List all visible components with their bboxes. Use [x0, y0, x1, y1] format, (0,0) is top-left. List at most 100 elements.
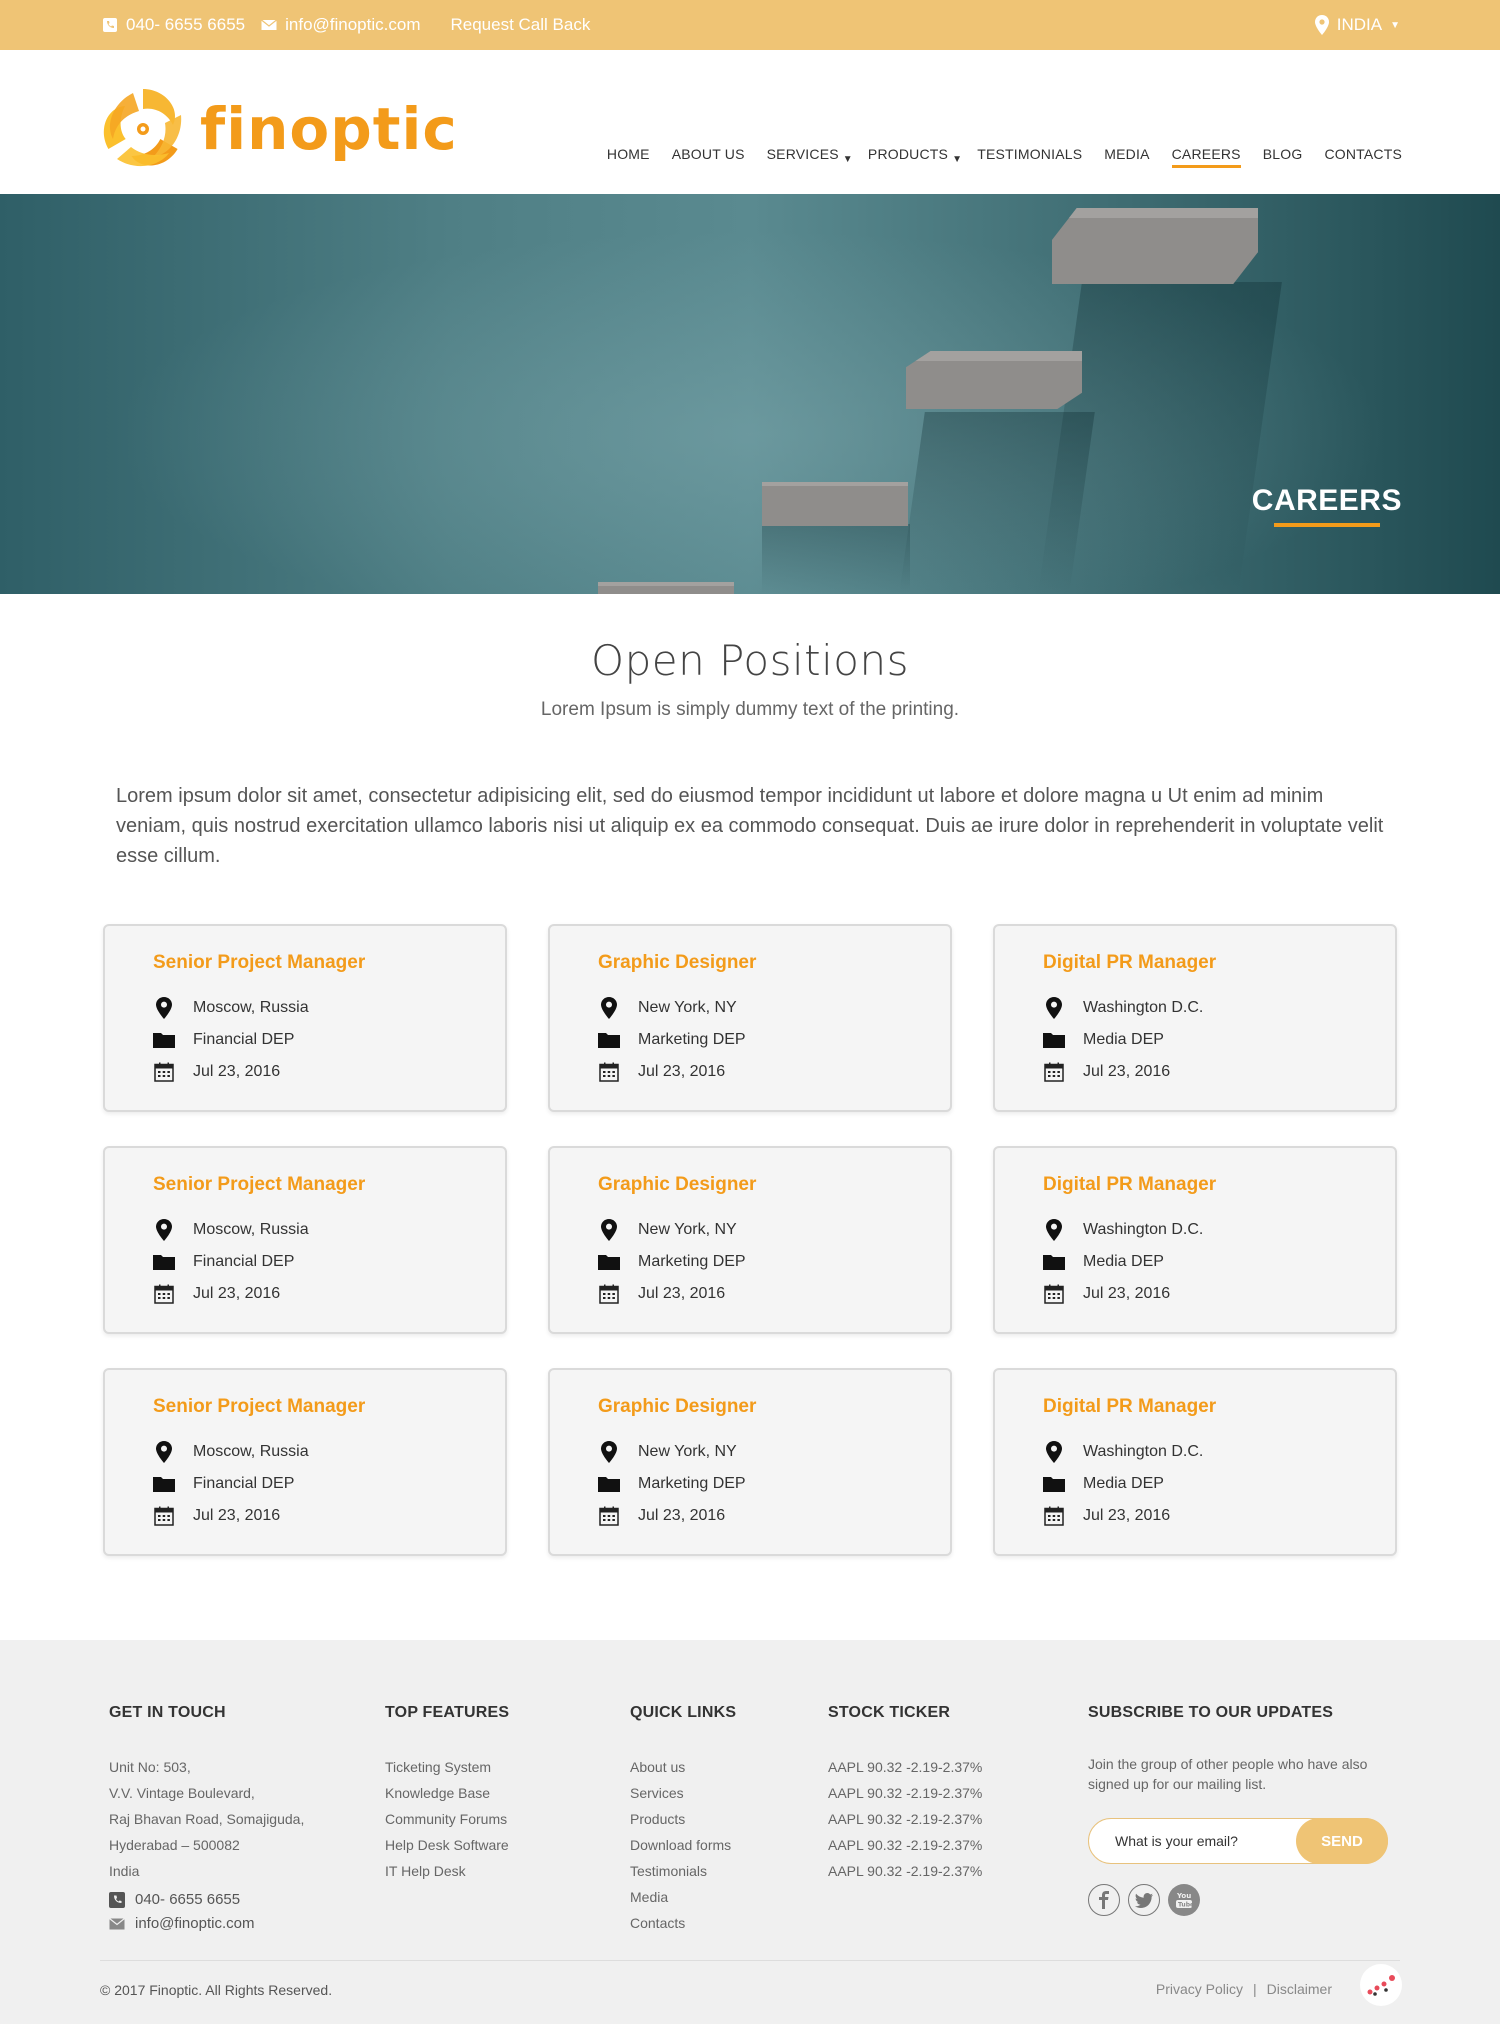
nav-careers[interactable]: CAREERS [1161, 139, 1252, 169]
social-links: You Tube [1088, 1884, 1388, 1916]
nav-contacts-label: CONTACTS [1324, 146, 1402, 162]
job-department: Media DEP [1083, 1475, 1164, 1492]
feature-link[interactable]: IT Help Desk [385, 1858, 509, 1884]
job-location-row: Washington D.C. [1043, 1436, 1395, 1468]
calendar-icon [153, 1505, 175, 1527]
main-nav: HOME ABOUT US SERVICES ▼ PRODUCTS ▼ TESTIM… [596, 139, 1402, 169]
nav-blog[interactable]: BLOG [1252, 139, 1314, 169]
job-location-row: Washington D.C. [1043, 1214, 1395, 1246]
twitter-icon[interactable] [1128, 1884, 1160, 1916]
nav-media[interactable]: MEDIA [1093, 139, 1160, 169]
footer-phone[interactable]: 040- 6655 6655 [109, 1888, 304, 1912]
section-subtitle: Lorem Ipsum is simply dummy text of the … [540, 699, 960, 720]
quick-link[interactable]: Media [630, 1884, 736, 1910]
folder-icon [153, 1029, 175, 1051]
feature-link[interactable]: Ticketing System [385, 1754, 509, 1780]
footer-ticker: STOCK TICKER AAPL 90.32 -2.19-2.37% AAPL… [828, 1704, 982, 1884]
job-title: Digital PR Manager [1043, 952, 1217, 973]
job-card[interactable]: Digital PR Manager Washington D.C. Media… [993, 924, 1397, 1112]
job-date: Jul 23, 2016 [1083, 1507, 1171, 1524]
quick-link[interactable]: Services [630, 1780, 736, 1806]
facebook-icon[interactable] [1088, 1884, 1120, 1916]
job-card[interactable]: Graphic Designer New York, NY Marketing … [548, 924, 952, 1112]
job-card[interactable]: Senior Project Manager Moscow, Russia Fi… [103, 924, 507, 1112]
folder-icon [1043, 1473, 1065, 1495]
ticker-item: AAPL 90.32 -2.19-2.37% [828, 1785, 983, 1801]
job-date: Jul 23, 2016 [193, 1285, 281, 1302]
footer-divider [100, 1960, 1400, 1961]
top-bar: 040- 6655 6655 info@finoptic.com Request… [0, 0, 1500, 50]
logo[interactable]: finoptic [100, 86, 458, 172]
nav-contacts[interactable]: CONTACTS [1313, 139, 1402, 169]
ticker-item: AAPL 90.32 -2.19-2.37% [828, 1811, 983, 1827]
job-dept-row: Marketing DEP [598, 1468, 950, 1500]
footer-quicklinks: QUICK LINKS About us Services Products D… [630, 1704, 736, 1936]
nav-products-label: PRODUCTS [867, 146, 949, 162]
calendar-icon [598, 1505, 620, 1527]
nav-testimonials[interactable]: TESTIMONIALS [973, 139, 1093, 169]
chevron-down-icon: ▼ [842, 154, 853, 165]
privacy-policy-link[interactable]: Privacy Policy [1156, 1981, 1243, 1997]
calendar-icon [1043, 1061, 1065, 1083]
job-title: Senior Project Manager [153, 952, 366, 973]
top-email[interactable]: info@finoptic.com [261, 15, 420, 35]
quick-link[interactable]: Contacts [630, 1910, 736, 1936]
calendar-icon [598, 1061, 620, 1083]
location-pin-icon [1043, 997, 1065, 1019]
top-phone[interactable]: 040- 6655 6655 [102, 15, 245, 35]
chevron-down-icon: ▼ [952, 154, 963, 165]
footer-email[interactable]: info@finoptic.com [109, 1912, 304, 1936]
scroll-top-logo-icon[interactable] [1360, 1964, 1402, 2006]
job-date: Jul 23, 2016 [193, 1507, 281, 1524]
job-date: Jul 23, 2016 [1083, 1285, 1171, 1302]
job-card[interactable]: Senior Project Manager Moscow, Russia Fi… [103, 1368, 507, 1556]
site-footer: GET IN TOUCH Unit No: 503, V.V. Vintage … [0, 1640, 1500, 2024]
legal-links: Privacy Policy | Disclaimer [1156, 1981, 1332, 1997]
nav-home[interactable]: HOME [596, 139, 661, 169]
job-card[interactable]: Graphic Designer New York, NY Marketing … [548, 1368, 952, 1556]
request-callback-link[interactable]: Request Call Back [450, 15, 590, 35]
footer-heading: QUICK LINKS [630, 1704, 737, 1721]
disclaimer-link[interactable]: Disclaimer [1267, 1981, 1332, 1997]
footer-heading: TOP FEATURES [385, 1704, 510, 1721]
send-button[interactable]: SEND [1296, 1818, 1388, 1864]
nav-products[interactable]: PRODUCTS ▼ [864, 139, 973, 169]
feature-link[interactable]: Community Forums [385, 1806, 509, 1832]
youtube-icon[interactable]: You Tube [1168, 1884, 1200, 1916]
job-location: Moscow, Russia [193, 1443, 309, 1460]
nav-about-us[interactable]: ABOUT US [661, 139, 756, 169]
footer-phone-text: 040- 6655 6655 [135, 1891, 241, 1908]
quick-link[interactable]: Products [630, 1806, 736, 1832]
subscribe-email-input[interactable] [1089, 1819, 1299, 1863]
job-card[interactable]: Digital PR Manager Washington D.C. Media… [993, 1146, 1397, 1334]
job-title: Graphic Designer [598, 952, 757, 973]
job-location-row: New York, NY [598, 992, 950, 1024]
folder-icon [598, 1029, 620, 1051]
hero-step [598, 582, 734, 594]
quick-link[interactable]: Testimonials [630, 1858, 736, 1884]
mail-icon [261, 19, 277, 30]
feature-link[interactable]: Help Desk Software [385, 1832, 509, 1858]
feature-link[interactable]: Knowledge Base [385, 1780, 509, 1806]
folder-icon [598, 1251, 620, 1273]
job-card[interactable]: Senior Project Manager Moscow, Russia Fi… [103, 1146, 507, 1334]
job-title: Graphic Designer [598, 1174, 757, 1195]
job-card[interactable]: Digital PR Manager Washington D.C. Media… [993, 1368, 1397, 1556]
job-date: Jul 23, 2016 [638, 1507, 726, 1524]
phone-icon [109, 1892, 125, 1908]
job-location-row: Washington D.C. [1043, 992, 1395, 1024]
subscribe-text: Join the group of other people who have … [1088, 1756, 1368, 1792]
quick-link[interactable]: About us [630, 1754, 736, 1780]
job-dept-row: Media DEP [1043, 1246, 1395, 1278]
subscribe-form: SEND [1088, 1818, 1388, 1864]
job-card[interactable]: Graphic Designer New York, NY Marketing … [548, 1146, 952, 1334]
footer-contact: GET IN TOUCH Unit No: 503, V.V. Vintage … [109, 1704, 304, 1936]
positions-grid: Senior Project Manager Moscow, Russia Fi… [103, 924, 1397, 1556]
calendar-icon [153, 1061, 175, 1083]
country-selector[interactable]: INDIA ▼ [1314, 0, 1400, 50]
job-location-row: Moscow, Russia [153, 1214, 505, 1246]
job-dept-row: Financial DEP [153, 1468, 505, 1500]
quick-link[interactable]: Download forms [630, 1832, 736, 1858]
nav-services[interactable]: SERVICES ▼ [756, 139, 864, 169]
finoptic-logo-icon [103, 89, 182, 167]
